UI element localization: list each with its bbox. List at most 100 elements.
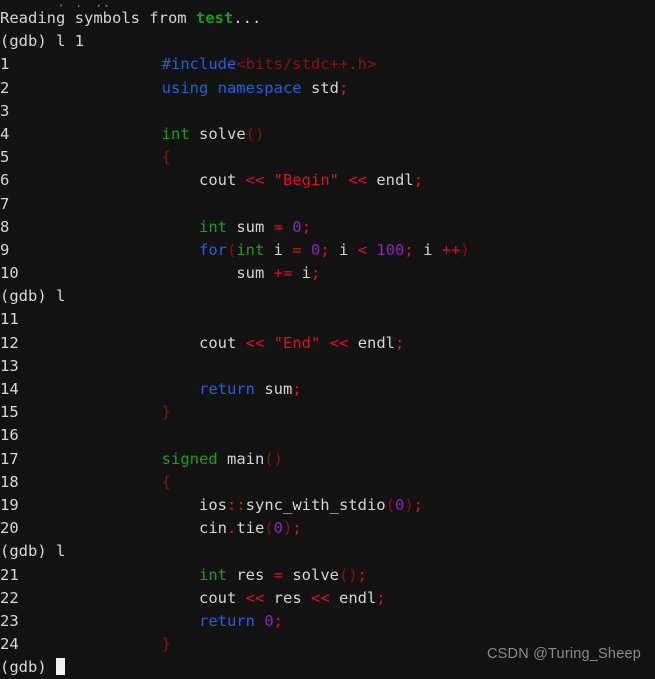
code-token: for <box>198 240 227 259</box>
clipped-line: ype = int () <box>0 0 655 7</box>
line-number: 15 <box>0 403 19 422</box>
code-token: sum <box>236 264 274 283</box>
csdn-watermark: CSDN @Turing_Sheep <box>487 645 641 662</box>
line-number: 9 <box>0 240 10 259</box>
code-token: int <box>198 565 227 584</box>
code-token: (gdb) <box>0 658 56 677</box>
code-token: sync_with_stdio <box>245 495 386 514</box>
code-token: 0 <box>292 217 302 236</box>
code-token: cout <box>198 588 246 607</box>
code-token: ; <box>292 380 302 398</box>
line-number: 8 <box>0 217 10 236</box>
code-token: res <box>226 565 274 584</box>
line-number: 19 <box>0 495 19 514</box>
code-token: i <box>329 240 358 259</box>
line-number: 21 <box>0 565 19 584</box>
gdb-command-line: (gdb) l <box>0 285 655 308</box>
code-token: << <box>329 333 349 352</box>
code-token: main <box>217 449 265 468</box>
code-token: ; <box>413 495 424 514</box>
code-token: i <box>413 240 442 259</box>
code-token: :: <box>226 495 246 514</box>
code-token: << <box>245 171 265 190</box>
code-token: Reading symbols from <box>0 9 196 27</box>
code-token: () <box>245 124 265 143</box>
code-token: endl <box>367 171 414 190</box>
code-token: signed <box>161 449 218 468</box>
code-token: += <box>273 264 293 283</box>
code-line: 18 { <box>0 471 655 494</box>
line-number: 13 <box>0 356 19 375</box>
code-line: 23 return 0; <box>0 610 655 633</box>
code-token: 0 <box>311 240 321 259</box>
code-token: "Begin" <box>273 171 339 190</box>
line-number: 17 <box>0 449 19 468</box>
code-line: 11 <box>0 308 655 331</box>
code-token: sum <box>254 380 293 398</box>
code-line: 16 <box>0 424 655 447</box>
code-line: 21 int res = solve(); <box>0 564 655 587</box>
code-token: cout <box>198 333 246 352</box>
code-token: 0 <box>264 611 274 630</box>
line-number: 2 <box>0 78 10 97</box>
code-token: ; <box>413 171 424 190</box>
code-token: (gdb) l <box>0 287 66 306</box>
code-token: } <box>161 635 171 654</box>
code-token: ; <box>301 217 312 236</box>
code-token: return <box>198 380 255 398</box>
code-line: 17 signed main() <box>0 448 655 471</box>
code-token: << <box>245 588 265 607</box>
code-token: ) <box>460 240 470 259</box>
code-line: 9 for(int i = 0; i < 100; i ++) <box>0 239 655 262</box>
code-token: = <box>273 217 283 236</box>
line-number: 14 <box>0 380 19 398</box>
code-token: << <box>311 588 330 607</box>
code-token: ; <box>292 519 302 538</box>
line-number: 18 <box>0 472 19 491</box>
code-token: = <box>273 565 283 584</box>
gdb-command-line: (gdb) l 1 <box>0 30 655 53</box>
code-token: < <box>357 240 368 259</box>
code-line: 5 { <box>0 146 655 169</box>
code-token: ; <box>273 611 284 630</box>
code-token: test <box>195 9 234 27</box>
code-token: ++ <box>441 240 461 259</box>
code-line: 3 <box>0 100 655 123</box>
code-token: () <box>339 565 358 584</box>
line-number: 11 <box>0 310 19 329</box>
code-token: int <box>236 240 265 259</box>
code-token: "End" <box>273 333 321 352</box>
line-number: 3 <box>0 101 10 120</box>
line-number: 20 <box>0 519 19 538</box>
code-line: 12 cout << "End" << endl; <box>0 332 655 355</box>
code-token: solve <box>189 124 246 143</box>
code-token: } <box>161 403 171 422</box>
line-number: 16 <box>0 426 19 445</box>
code-token: ) <box>404 495 414 514</box>
gdb-terminal[interactable]: ype = int ()Reading symbols from test...… <box>0 0 655 679</box>
line-number: 22 <box>0 588 19 607</box>
code-token: . <box>226 519 237 538</box>
code-token: << <box>348 171 368 190</box>
line-number: 5 <box>0 148 10 167</box>
code-line: 1 #include<bits/stdc++.h> <box>0 53 655 76</box>
code-token: sum <box>226 217 274 236</box>
code-token: cin <box>198 519 227 538</box>
code-token: endl <box>329 588 377 607</box>
code-line: 8 int sum = 0; <box>0 216 655 239</box>
gdb-command-line: (gdb) l <box>0 540 655 563</box>
code-token: ( <box>226 240 237 259</box>
